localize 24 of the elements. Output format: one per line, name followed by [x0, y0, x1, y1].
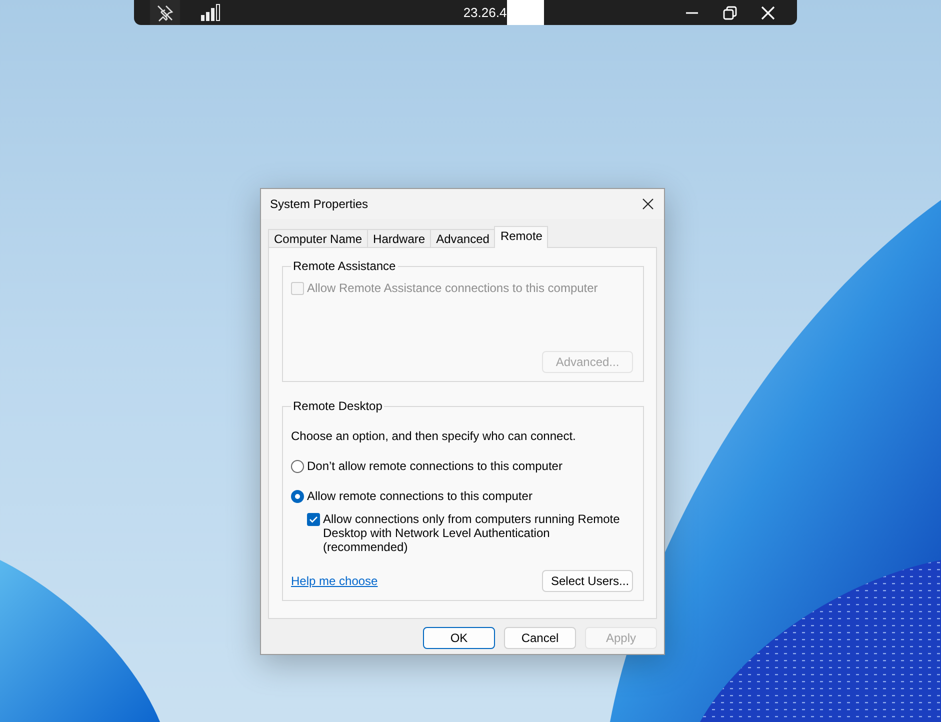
checkbox-label: Allow connections only from computers running Remote Desktop with Network Level Authentication (recommended)	[323, 512, 621, 554]
dialog-button[interactable]: OK	[423, 627, 495, 649]
help-link[interactable]: Help me choose	[291, 574, 378, 588]
tab[interactable]: Remote	[494, 226, 548, 248]
signal-icon[interactable]	[200, 4, 222, 21]
radio-label: Don’t allow remote connections to this computer	[307, 459, 562, 473]
radio-button[interactable]	[291, 460, 304, 472]
radio-label: Allow remote connections to this computer	[307, 489, 532, 503]
unpin-button[interactable]	[150, 0, 180, 25]
group-title: Remote Desktop	[291, 399, 384, 413]
radio-button[interactable]	[291, 490, 304, 502]
checkbox-label: Allow Remote Assistance connections to this computer	[307, 281, 598, 295]
window-title: System Properties	[270, 197, 368, 211]
redaction-block	[506, 0, 544, 25]
checkbox[interactable]	[307, 513, 320, 526]
close-icon[interactable]	[642, 198, 654, 210]
group-title: Remote Assistance	[291, 259, 398, 273]
select-users-button[interactable]: Select Users...	[542, 570, 633, 592]
dialog-button[interactable]: Cancel	[504, 627, 576, 649]
restore-icon[interactable]	[723, 6, 737, 20]
tab[interactable]: Computer Name	[268, 229, 368, 248]
instructions-text: Choose an option, and then specify who can connect.	[291, 429, 577, 443]
pin-crossed-icon	[156, 4, 174, 22]
connection-title: 23.26.4	[463, 5, 507, 20]
